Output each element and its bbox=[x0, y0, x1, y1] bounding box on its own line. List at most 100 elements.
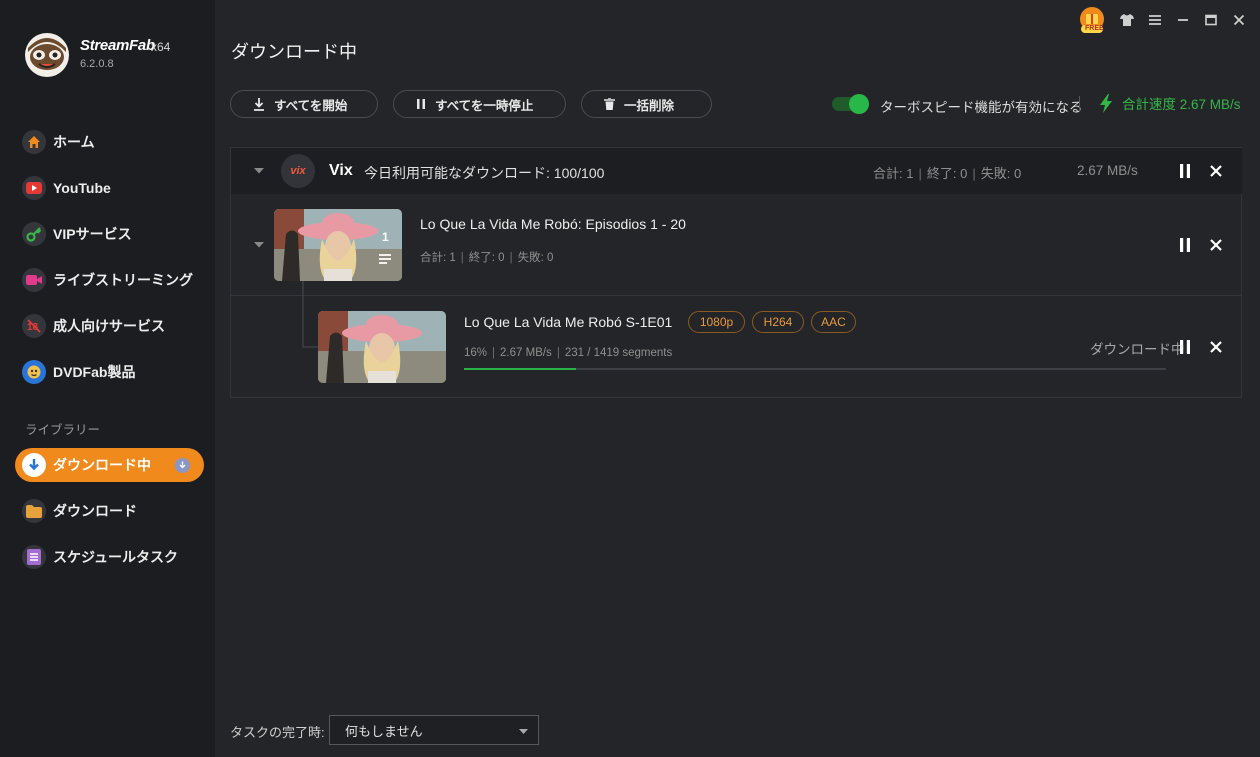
on-complete-value: 何もしません bbox=[345, 723, 423, 739]
pause-all-label: すべてを一時停止 bbox=[435, 98, 534, 113]
sidebar-item-schedule[interactable]: スケジュールタスク bbox=[22, 542, 178, 572]
trash-icon bbox=[604, 98, 615, 110]
turbo-toggle[interactable] bbox=[832, 94, 869, 114]
sidebar-item-vip[interactable]: VIPサービス bbox=[22, 219, 132, 249]
codec-tag: H264 bbox=[752, 311, 804, 333]
episode-speed: 2.67 MB/s bbox=[500, 347, 552, 359]
home-icon bbox=[22, 130, 46, 154]
episode-pause-button[interactable] bbox=[1175, 337, 1195, 357]
group-stats: 合計: 1 | 終了: 0 | 失敗: 0 bbox=[873, 166, 1022, 181]
folder-icon bbox=[22, 499, 46, 523]
adult-restricted-icon: 18 bbox=[22, 314, 46, 338]
brand-name: StreamFab bbox=[80, 37, 155, 54]
series-pause-button[interactable] bbox=[1175, 235, 1195, 255]
stat-total: 合計: 1 bbox=[420, 252, 456, 264]
free-gift-icon[interactable]: FREE bbox=[1078, 6, 1108, 34]
sidebar: StreamFab x64 6.2.0.8 ホーム YouTube VIPサービ… bbox=[0, 0, 215, 757]
sidebar-item-adult[interactable]: 18 成人向けサービス bbox=[22, 311, 165, 341]
total-speed: 合計速度 2.67 MB/s bbox=[1099, 93, 1241, 113]
series-thumbnail: 1 bbox=[274, 209, 402, 281]
close-icon[interactable] bbox=[1230, 9, 1248, 31]
sidebar-item-label: ライブストリーミング bbox=[53, 272, 193, 288]
progress-bar bbox=[464, 368, 1166, 370]
pause-icon bbox=[1180, 238, 1190, 252]
pause-icon bbox=[417, 99, 425, 109]
delete-all-label: 一括削除 bbox=[624, 98, 675, 113]
sidebar-item-label: ダウンロード bbox=[53, 503, 137, 519]
pause-all-button[interactable]: すべてを一時停止 bbox=[393, 90, 566, 118]
series-title: Lo Que La Vida Me Robó: Episodios 1 - 20 bbox=[420, 216, 686, 232]
download-count-badge-icon bbox=[175, 458, 190, 473]
sidebar-item-home[interactable]: ホーム bbox=[22, 127, 95, 157]
daily-available: 今日利用可能なダウンロード: 100/100 bbox=[364, 165, 605, 181]
dvdfab-icon bbox=[22, 360, 46, 384]
tree-connector bbox=[302, 281, 318, 348]
video-camera-icon bbox=[22, 268, 46, 292]
progress-percent: 16% bbox=[464, 347, 488, 359]
start-all-button[interactable]: すべてを開始 bbox=[230, 90, 378, 118]
close-icon bbox=[1210, 239, 1222, 251]
stat-failed: 失敗: 0 bbox=[517, 252, 554, 264]
pause-icon bbox=[1180, 164, 1190, 178]
app-version: 6.2.0.8 bbox=[80, 58, 114, 70]
streamfab-logo bbox=[22, 30, 72, 78]
group-header: vix Vix 今日利用可能なダウンロード: 100/100 合計: 1 | 終了:… bbox=[231, 148, 1242, 194]
turbo-label: ターボスピード機能が有効になる bbox=[880, 100, 1083, 115]
page-title: ダウンロード中 bbox=[231, 42, 357, 62]
toggle-knob bbox=[849, 94, 869, 114]
episode-status: ダウンロード中 bbox=[1090, 342, 1185, 357]
sidebar-item-livestreaming[interactable]: ライブストリーミング bbox=[22, 265, 193, 295]
close-icon bbox=[1210, 165, 1222, 177]
pause-icon bbox=[1180, 340, 1190, 354]
stat-failed: 失敗: 0 bbox=[980, 166, 1022, 181]
on-complete-label: タスクの完了時: bbox=[230, 725, 325, 740]
brand-arch: x64 bbox=[151, 40, 171, 54]
sidebar-item-label: スケジュールタスク bbox=[53, 549, 179, 565]
segments-count: 231 / 1419 segments bbox=[564, 347, 673, 359]
sidebar-item-downloaded[interactable]: ダウンロード bbox=[22, 496, 137, 526]
close-icon bbox=[1210, 341, 1222, 353]
series-stats: 合計: 1 | 終了: 0 | 失敗: 0 bbox=[420, 252, 554, 264]
group-speed: 2.67 MB/s bbox=[1077, 163, 1138, 178]
free-badge-text: FREE bbox=[1085, 25, 1104, 32]
download-arrow-icon bbox=[22, 453, 46, 477]
schedule-list-icon bbox=[22, 545, 46, 569]
library-heading: ライブラリー bbox=[25, 423, 101, 437]
youtube-icon bbox=[22, 176, 46, 200]
sidebar-item-label: 成人向けサービス bbox=[53, 318, 165, 334]
episode-title: Lo Que La Vida Me Robó S-1E01 bbox=[464, 314, 673, 330]
on-complete-select[interactable]: 何もしません bbox=[329, 715, 539, 745]
lightning-icon bbox=[1100, 93, 1112, 113]
menu-icon[interactable] bbox=[1146, 9, 1164, 31]
stat-done: 終了: 0 bbox=[468, 252, 505, 264]
sidebar-item-dvdfab[interactable]: DVDFab製品 bbox=[22, 357, 135, 387]
maximize-icon[interactable] bbox=[1202, 9, 1220, 31]
minimize-icon[interactable] bbox=[1174, 9, 1192, 31]
divider bbox=[1079, 96, 1080, 112]
series-close-button[interactable] bbox=[1206, 235, 1226, 255]
sidebar-item-label: ダウンロード中 bbox=[53, 457, 151, 473]
total-speed-text: 合計速度 2.67 MB/s bbox=[1122, 97, 1241, 112]
sidebar-item-youtube[interactable]: YouTube bbox=[22, 173, 111, 203]
episode-thumbnail bbox=[318, 311, 446, 383]
stat-total: 合計: 1 bbox=[873, 166, 914, 181]
collapse-chevron-icon[interactable] bbox=[253, 241, 265, 249]
skin-shirt-icon[interactable] bbox=[1118, 9, 1136, 31]
sidebar-item-label: DVDFab製品 bbox=[53, 364, 136, 380]
series-episode-count: 1 bbox=[382, 230, 389, 244]
group-pause-button[interactable] bbox=[1175, 161, 1195, 181]
collapse-chevron-icon[interactable] bbox=[253, 167, 265, 175]
window-titlebar: FREE bbox=[1078, 6, 1248, 34]
group-close-button[interactable] bbox=[1206, 161, 1226, 181]
audio-tag: AAC bbox=[811, 311, 856, 333]
download-icon bbox=[254, 97, 264, 111]
sidebar-item-downloading[interactable]: ダウンロード中 bbox=[15, 448, 204, 482]
episode-close-button[interactable] bbox=[1206, 337, 1226, 357]
delete-all-button[interactable]: 一括削除 bbox=[581, 90, 712, 118]
key-icon bbox=[22, 222, 46, 246]
sidebar-item-label: VIPサービス bbox=[53, 226, 132, 242]
progress-fill bbox=[464, 368, 577, 370]
sidebar-item-label: YouTube bbox=[53, 180, 111, 196]
stat-done: 終了: 0 bbox=[926, 166, 968, 181]
episode-progress-stats: 16% | 2.67 MB/s | 231 / 1419 segments bbox=[464, 347, 673, 359]
